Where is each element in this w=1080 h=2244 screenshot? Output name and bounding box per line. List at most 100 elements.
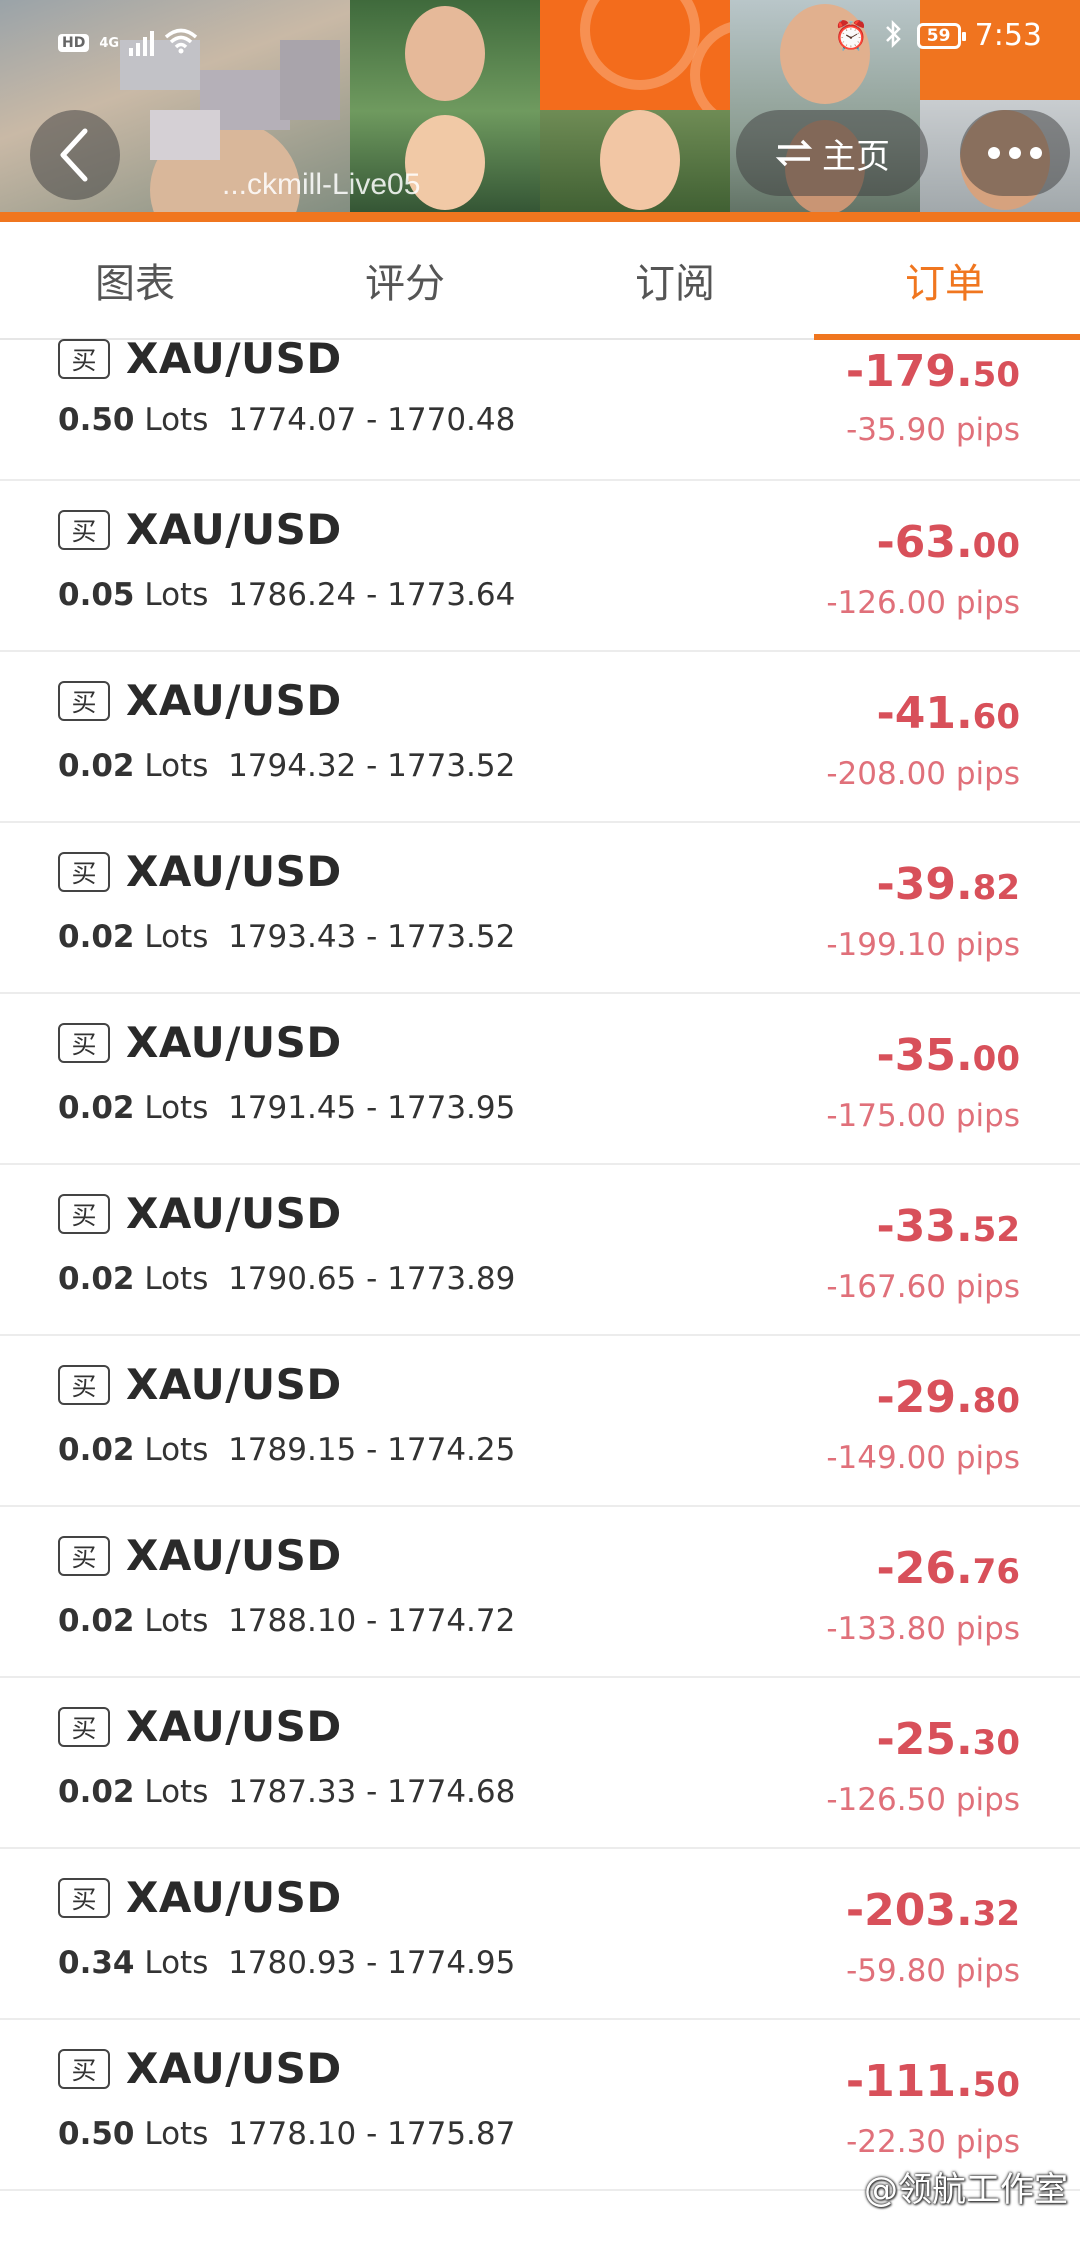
order-pips: -22.30 pips bbox=[846, 2124, 1020, 2160]
order-pips: -59.80 pips bbox=[846, 1953, 1020, 1989]
profit-integer: -35. bbox=[876, 1030, 973, 1081]
order-pips: -167.60 pips bbox=[826, 1269, 1020, 1305]
order-pips: -35.90 pips bbox=[846, 412, 1020, 448]
order-symbol: XAU/USD bbox=[126, 1702, 342, 1751]
order-details: 0.02 Lots 1788.10 - 1774.72 bbox=[58, 1603, 515, 1639]
buy-badge: 买 bbox=[58, 851, 110, 892]
order-symbol: XAU/USD bbox=[126, 2044, 342, 2093]
order-lots: 0.50 bbox=[58, 402, 135, 438]
order-prices: 1778.10 - 1775.87 bbox=[228, 2116, 516, 2152]
status-bar: HD 4G ⏰ 59 7:53 bbox=[0, 12, 1080, 72]
lots-unit: Lots bbox=[144, 748, 209, 784]
order-row[interactable]: 买 XAU/USD 0.02 Lots 1788.10 - 1774.72 -26.7… bbox=[0, 1507, 1080, 1678]
tab-orders[interactable]: 订单 bbox=[810, 222, 1080, 340]
order-row[interactable]: 买 XAU/USD 0.02 Lots 1790.65 - 1773.89 -33.5… bbox=[0, 1165, 1080, 1336]
signal-icon bbox=[129, 30, 155, 56]
profit-decimal: 50 bbox=[972, 2065, 1020, 2105]
order-details: 0.02 Lots 1791.45 - 1773.95 bbox=[58, 1090, 515, 1126]
order-header: 买 XAU/USD bbox=[58, 1531, 342, 1580]
back-button[interactable] bbox=[30, 110, 120, 200]
order-row[interactable]: 买 XAU/USD 0.02 Lots 1787.33 - 1774.68 -25.3… bbox=[0, 1678, 1080, 1849]
home-button[interactable]: 主页 bbox=[736, 110, 928, 196]
order-lots: 0.02 bbox=[58, 919, 135, 955]
watermark-text: @领航工作室 bbox=[864, 2170, 1068, 2210]
lots-unit: Lots bbox=[144, 919, 209, 955]
order-symbol: XAU/USD bbox=[126, 1531, 342, 1580]
order-details: 0.02 Lots 1793.43 - 1773.52 bbox=[58, 919, 515, 955]
order-header: 买 XAU/USD bbox=[58, 1189, 342, 1238]
profit-decimal: 80 bbox=[972, 1381, 1020, 1421]
buy-badge: 买 bbox=[58, 1706, 110, 1747]
order-pips: -133.80 pips bbox=[826, 1611, 1020, 1647]
lots-unit: Lots bbox=[144, 1090, 209, 1126]
header-accent-bar bbox=[0, 212, 1080, 222]
order-row[interactable]: 买 XAU/USD 0.50 Lots 1774.07 - 1770.48 -179.… bbox=[0, 334, 1080, 481]
order-profit: -63.00 bbox=[876, 517, 1020, 568]
order-row[interactable]: 买 XAU/USD 0.02 Lots 1794.32 - 1773.52 -41.6… bbox=[0, 652, 1080, 823]
buy-badge: 买 bbox=[58, 509, 110, 550]
lots-unit: Lots bbox=[144, 2116, 209, 2152]
tab-bar: 图表 评分 订阅 订单 bbox=[0, 222, 1080, 340]
order-lots: 0.02 bbox=[58, 1261, 135, 1297]
order-prices: 1774.07 - 1770.48 bbox=[228, 402, 516, 438]
order-prices: 1789.15 - 1774.25 bbox=[228, 1432, 516, 1468]
profit-decimal: 82 bbox=[972, 868, 1020, 908]
order-header: 买 XAU/USD bbox=[58, 1702, 342, 1751]
order-profit: -203.32 bbox=[846, 1885, 1020, 1936]
profit-integer: -25. bbox=[876, 1714, 973, 1765]
order-row[interactable]: 买 XAU/USD 0.02 Lots 1793.43 - 1773.52 -39.8… bbox=[0, 823, 1080, 994]
order-row[interactable]: 买 XAU/USD 0.02 Lots 1789.15 - 1774.25 -29.8… bbox=[0, 1336, 1080, 1507]
order-symbol: XAU/USD bbox=[126, 1018, 342, 1067]
order-symbol: XAU/USD bbox=[126, 1189, 342, 1238]
more-button[interactable] bbox=[960, 110, 1070, 196]
order-row[interactable]: 买 XAU/USD 0.34 Lots 1780.93 - 1774.95 -203.… bbox=[0, 1849, 1080, 2020]
profit-decimal: 76 bbox=[972, 1552, 1020, 1592]
tab-rating[interactable]: 评分 bbox=[270, 222, 540, 338]
profit-integer: -26. bbox=[876, 1543, 973, 1594]
order-header: 买 XAU/USD bbox=[58, 1873, 342, 1922]
order-prices: 1790.65 - 1773.89 bbox=[228, 1261, 516, 1297]
order-details: 0.02 Lots 1794.32 - 1773.52 bbox=[58, 748, 515, 784]
profit-decimal: 32 bbox=[972, 1894, 1020, 1934]
order-prices: 1793.43 - 1773.52 bbox=[228, 919, 516, 955]
chevron-left-icon bbox=[60, 128, 88, 182]
order-lots: 0.02 bbox=[58, 748, 135, 784]
order-prices: 1786.24 - 1773.64 bbox=[228, 577, 516, 613]
order-lots: 0.50 bbox=[58, 2116, 135, 2152]
order-profit: -39.82 bbox=[876, 859, 1020, 910]
profit-decimal: 00 bbox=[972, 526, 1020, 566]
alarm-icon: ⏰ bbox=[833, 19, 869, 52]
tab-chart[interactable]: 图表 bbox=[0, 222, 270, 338]
order-details: 0.02 Lots 1789.15 - 1774.25 bbox=[58, 1432, 515, 1468]
profit-integer: -179. bbox=[845, 346, 973, 397]
order-row[interactable]: 买 XAU/USD 0.05 Lots 1786.24 - 1773.64 -63.0… bbox=[0, 481, 1080, 652]
buy-badge: 买 bbox=[58, 1022, 110, 1063]
network-type: 4G bbox=[99, 35, 120, 51]
watermark: @领航工作室 bbox=[864, 2162, 1068, 2211]
order-prices: 1791.45 - 1773.95 bbox=[228, 1090, 516, 1126]
order-header: 买 XAU/USD bbox=[58, 676, 342, 725]
order-header: 买 XAU/USD bbox=[58, 2044, 342, 2093]
profit-integer: -39. bbox=[876, 859, 973, 910]
wifi-icon bbox=[164, 28, 198, 58]
order-pips: -126.00 pips bbox=[826, 585, 1020, 621]
lots-unit: Lots bbox=[144, 1774, 209, 1810]
order-profit: -29.80 bbox=[876, 1372, 1020, 1423]
order-pips: -208.00 pips bbox=[826, 756, 1020, 792]
buy-badge: 买 bbox=[58, 680, 110, 721]
tab-subscribe[interactable]: 订阅 bbox=[540, 222, 810, 338]
buy-badge: 买 bbox=[58, 1193, 110, 1234]
order-pips: -175.00 pips bbox=[826, 1098, 1020, 1134]
order-profit: -33.52 bbox=[876, 1201, 1020, 1252]
order-symbol: XAU/USD bbox=[126, 334, 342, 383]
profit-integer: -29. bbox=[876, 1372, 973, 1423]
lots-unit: Lots bbox=[144, 1432, 209, 1468]
order-details: 0.34 Lots 1780.93 - 1774.95 bbox=[58, 1945, 515, 1981]
battery-icon: 59 bbox=[916, 22, 966, 49]
profit-decimal: 00 bbox=[972, 1039, 1020, 1079]
order-row[interactable]: 买 XAU/USD 0.02 Lots 1791.45 - 1773.95 -35.0… bbox=[0, 994, 1080, 1165]
buy-badge: 买 bbox=[58, 2048, 110, 2089]
order-lots: 0.05 bbox=[58, 577, 135, 613]
order-profit: -25.30 bbox=[876, 1714, 1020, 1765]
home-label: 主页 bbox=[822, 136, 890, 177]
